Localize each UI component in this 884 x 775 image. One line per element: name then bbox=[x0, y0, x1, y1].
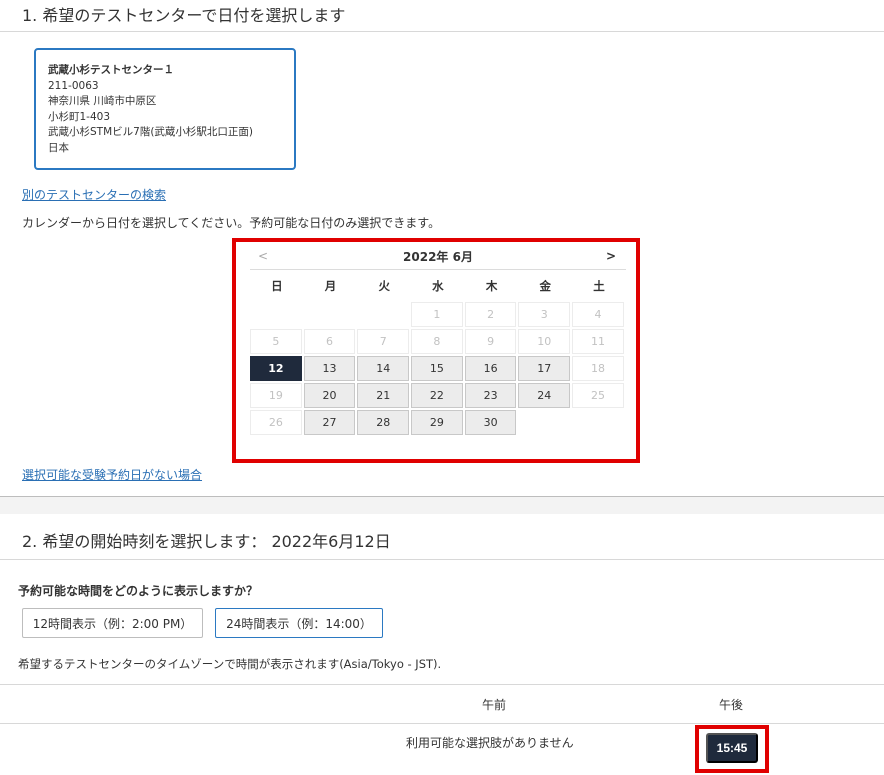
calendar-day[interactable]: 27 bbox=[303, 410, 356, 435]
calendar-day: 25 bbox=[572, 383, 624, 408]
step2-title: 2. 希望の開始時刻を選択します： 2022年6月12日 bbox=[22, 532, 391, 551]
calendar-day[interactable]: 28 bbox=[357, 410, 410, 435]
date-calendar: < 2022年 6月 > 日月火水木金土 1 2 3 4 5 6 7 8 9 10 11 12 13 14… bbox=[250, 244, 626, 435]
calendar-day: 9 bbox=[464, 329, 517, 354]
weekday-header: 木 bbox=[485, 279, 498, 293]
calendar-day: 10 bbox=[518, 329, 571, 354]
calendar-day: 11 bbox=[572, 329, 624, 354]
test-center-address3: 武蔵小杉STMビル7階(武蔵小杉駅北口正面) bbox=[48, 126, 254, 138]
weekday-header: 金 bbox=[539, 279, 552, 293]
step2-section: 2. 希望の開始時刻を選択します： 2022年6月12日 予約可能な時間をどのよ… bbox=[0, 514, 884, 775]
calendar-days-grid: 1 2 3 4 5 6 7 8 9 10 11 12 13 14 15 16 17 18 19 20 21 22 23 24 2… bbox=[250, 302, 626, 435]
section-separator bbox=[0, 496, 884, 514]
calendar-day: 4 bbox=[572, 302, 624, 327]
calendar-day-selected[interactable]: 12 bbox=[250, 356, 302, 381]
calendar-day[interactable]: 22 bbox=[411, 383, 463, 408]
weekday-header: 日 bbox=[271, 279, 283, 293]
calendar-weekdays: 日月火水木金土 bbox=[250, 270, 626, 302]
calendar-day[interactable]: 14 bbox=[357, 356, 410, 381]
calendar-day[interactable]: 16 bbox=[464, 356, 517, 381]
time-slot-button[interactable]: 15:45 bbox=[706, 733, 758, 763]
calendar-day[interactable]: 13 bbox=[303, 356, 356, 381]
calendar-day[interactable]: 21 bbox=[357, 383, 410, 408]
calendar-day: 26 bbox=[250, 410, 302, 435]
weekday-header: 水 bbox=[432, 279, 444, 293]
calendar-blank-cell bbox=[250, 302, 302, 327]
calendar-month-label: 2022年 6月 bbox=[403, 250, 473, 264]
calendar-day: 7 bbox=[357, 329, 410, 354]
step1-title: 1. 希望のテストセンターで日付を選択します bbox=[22, 6, 346, 25]
pm-column-header: 午後 bbox=[719, 698, 744, 712]
next-month-button[interactable]: > bbox=[606, 249, 616, 263]
weekday-header: 月 bbox=[324, 279, 337, 293]
calendar-day: 18 bbox=[572, 356, 624, 381]
calendar-day[interactable]: 20 bbox=[303, 383, 356, 408]
divider bbox=[0, 31, 884, 32]
calendar-instruction: カレンダーから日付を選択してください。予約可能な日付のみ選択できます。 bbox=[22, 216, 441, 230]
am-no-slots-text: 利用可能な選択肢がありません bbox=[406, 736, 574, 750]
divider bbox=[0, 723, 884, 724]
calendar-header: < 2022年 6月 > bbox=[250, 244, 626, 270]
calendar-day: 2 bbox=[464, 302, 517, 327]
weekday-header: 土 bbox=[593, 279, 605, 293]
format-24h-button[interactable]: 24時間表示（例：14:00） bbox=[215, 608, 383, 638]
calendar-day[interactable]: 29 bbox=[411, 410, 463, 435]
time-format-question: 予約可能な時間をどのように表示しますか？ bbox=[18, 584, 259, 598]
no-available-date-link[interactable]: 選択可能な受験予約日がない場合 bbox=[22, 466, 202, 483]
am-column-header: 午前 bbox=[482, 698, 507, 712]
test-center-name: 武蔵小杉テストセンター１ bbox=[48, 64, 174, 76]
calendar-day: 8 bbox=[411, 329, 463, 354]
calendar-day: 1 bbox=[411, 302, 463, 327]
test-center-address2: 小杉町1-403 bbox=[48, 110, 111, 123]
calendar-day: 3 bbox=[518, 302, 571, 327]
test-center-country: 日本 bbox=[48, 141, 69, 154]
calendar-day[interactable]: 23 bbox=[464, 383, 517, 408]
calendar-day: 6 bbox=[303, 329, 356, 354]
calendar-day[interactable]: 15 bbox=[411, 356, 463, 381]
calendar-day: 5 bbox=[250, 329, 302, 354]
divider bbox=[0, 684, 884, 685]
search-other-center-link[interactable]: 別のテストセンターの検索 bbox=[22, 186, 166, 203]
test-center-postal: 211-0063 bbox=[48, 79, 99, 92]
divider bbox=[0, 559, 884, 560]
calendar-day[interactable]: 30 bbox=[464, 410, 517, 435]
calendar-day[interactable]: 17 bbox=[518, 356, 571, 381]
calendar-blank-cell bbox=[357, 302, 409, 327]
calendar-blank-cell bbox=[304, 302, 356, 327]
test-center-card[interactable]: 武蔵小杉テストセンター１ 211-0063 神奈川県 川崎市中原区 小杉町1-4… bbox=[34, 48, 296, 170]
test-center-address1: 神奈川県 川崎市中原区 bbox=[48, 95, 157, 107]
calendar-day: 19 bbox=[250, 383, 302, 408]
calendar-day[interactable]: 24 bbox=[518, 383, 571, 408]
weekday-header: 火 bbox=[378, 279, 390, 293]
format-12h-button[interactable]: 12時間表示（例：2:00 PM） bbox=[22, 608, 203, 638]
step1-section: 1. 希望のテストセンターで日付を選択します 武蔵小杉テストセンター１ 211-… bbox=[0, 0, 884, 496]
timezone-note: 希望するテストセンターのタイムゾーンで時間が表示されます(Asia/Tokyo … bbox=[18, 657, 442, 671]
